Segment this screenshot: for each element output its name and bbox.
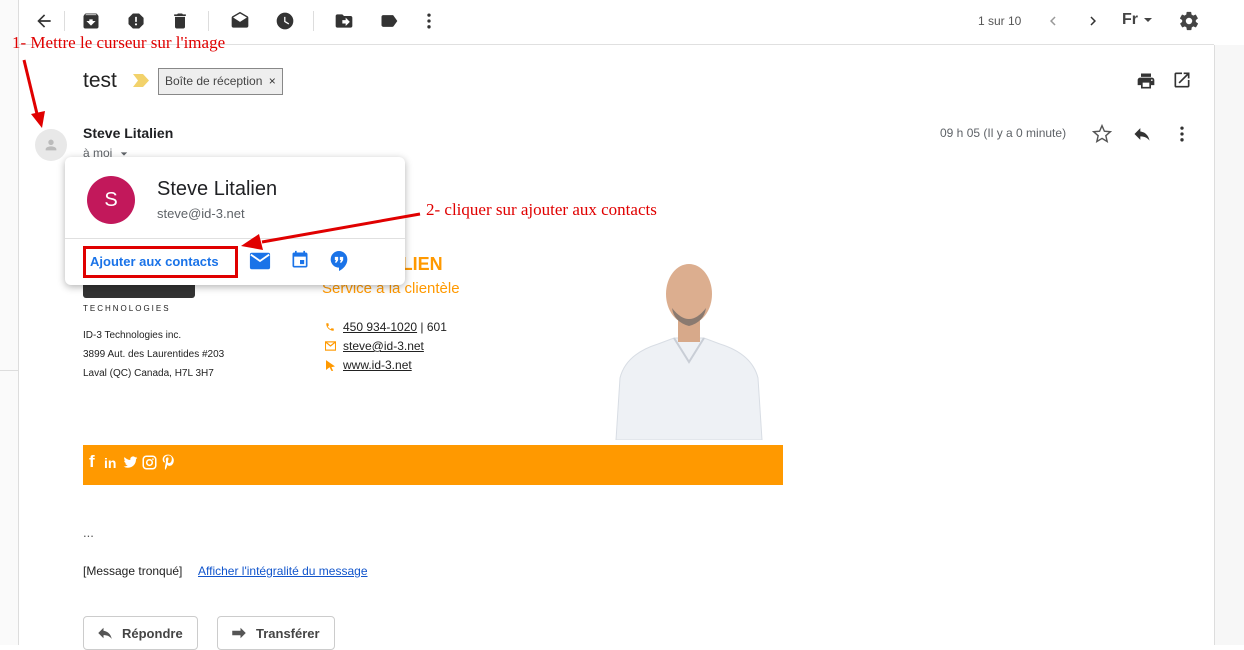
annotation-arrow-2	[261, 212, 421, 244]
annotation-arrows	[22, 59, 421, 250]
annotation-arrow-2-head	[241, 234, 263, 250]
annotation-arrow-1	[22, 59, 40, 119]
annotation-arrow-1-head	[31, 111, 45, 128]
